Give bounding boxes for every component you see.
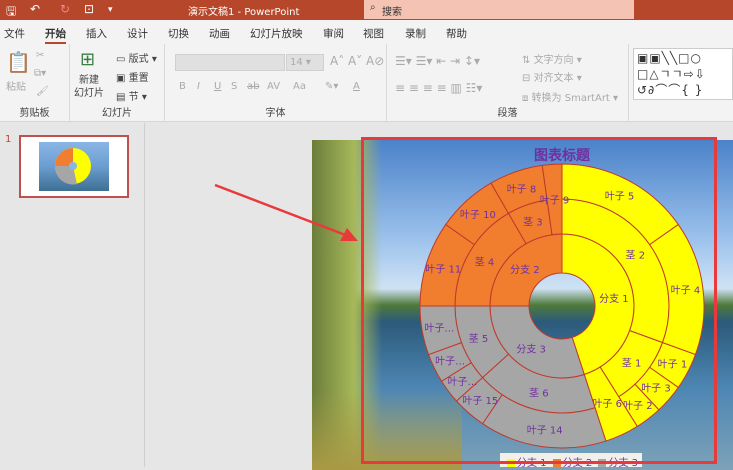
- slides-group: ⊞ 新建 幻灯片 ▭ 版式 ▾ ▣ 重置 ▤ 节 ▾ 幻灯片: [70, 44, 165, 122]
- shadow-button[interactable]: S: [231, 81, 237, 92]
- font-name-select[interactable]: [175, 54, 285, 71]
- copy-icon[interactable]: ⧉▾: [34, 68, 46, 79]
- new-slide-icon[interactable]: ⊞: [80, 49, 95, 70]
- layout-button[interactable]: ▭ 版式 ▾: [116, 50, 157, 65]
- change-case-button[interactable]: Aa: [293, 81, 306, 92]
- shapes-gallery[interactable]: ▣▣╲╲□○ □△ㄱㄱ⇨⇩ ↺∂⌒⌒{ }: [633, 48, 733, 100]
- tab-slideshow[interactable]: 幻灯片放映: [250, 26, 303, 41]
- layout-label: 版式: [128, 54, 149, 65]
- search-placeholder: 搜索: [382, 7, 402, 18]
- search-icon: ⌕: [370, 2, 376, 13]
- customize-icon[interactable]: ▾: [108, 5, 113, 15]
- undo-icon[interactable]: ↶: [30, 2, 40, 16]
- italic-button[interactable]: I: [197, 81, 200, 92]
- tab-animations[interactable]: 动画: [209, 26, 230, 41]
- reset-button[interactable]: ▣ 重置: [116, 69, 149, 84]
- paste-button[interactable]: 粘贴: [6, 78, 26, 93]
- document-title: 演示文稿1 - PowerPoint: [188, 7, 300, 18]
- section-button[interactable]: ▤ 节 ▾: [116, 88, 147, 103]
- thumbnail-image: [39, 142, 109, 191]
- font-size-select[interactable]: 14 ▾: [286, 54, 324, 71]
- new-slide-button[interactable]: 新建 幻灯片: [74, 74, 104, 100]
- annotation-highlight-box: [361, 137, 717, 464]
- search-box[interactable]: ⌕ 搜索: [364, 0, 634, 19]
- tab-review[interactable]: 审阅: [323, 26, 344, 41]
- spacing-button[interactable]: AV: [267, 81, 280, 92]
- font-size-buttons[interactable]: A˄ A˅ A⊘: [330, 54, 384, 68]
- underline-button[interactable]: U: [214, 81, 221, 92]
- font-color-button[interactable]: A: [353, 81, 360, 92]
- tab-insert[interactable]: 插入: [86, 26, 107, 41]
- section-label: 节: [128, 92, 139, 103]
- title-bar: 🖫 ↶ ↻ ⊡ ▾ 演示文稿1 - PowerPoint ⌕ 搜索: [0, 0, 733, 20]
- tab-record[interactable]: 录制: [405, 26, 426, 41]
- ribbon-tabs: 文件 开始 插入 设计 切换 动画 幻灯片放映 审阅 视图 录制 帮助: [0, 20, 733, 44]
- cut-icon[interactable]: ✂: [36, 50, 44, 61]
- paste-icon[interactable]: 📋: [6, 50, 31, 74]
- highlight-icon[interactable]: ✎▾: [325, 81, 338, 92]
- text-direction-label: 文字方向: [533, 55, 574, 66]
- align-text-button[interactable]: ⊟ 对齐文本 ▾: [522, 69, 582, 84]
- smartart-button[interactable]: ⧈ 转换为 SmartArt ▾: [522, 89, 618, 104]
- reset-label: 重置: [128, 73, 149, 84]
- slide-number: 1: [5, 134, 12, 145]
- clipboard-group: 📋 粘贴 ✂ ⧉▾ 🖌 剪贴板: [0, 44, 70, 122]
- slide-thumbnail[interactable]: [19, 135, 129, 198]
- format-painter-icon[interactable]: 🖌: [36, 86, 49, 97]
- ribbon: 📋 粘贴 ✂ ⧉▾ 🖌 剪贴板 ⊞ 新建 幻灯片 ▭ 版式 ▾ ▣ 重置 ▤ 节…: [0, 44, 733, 122]
- align-text-label: 对齐文本: [533, 73, 574, 84]
- tab-home[interactable]: 开始: [45, 26, 66, 44]
- tab-help[interactable]: 帮助: [446, 26, 467, 41]
- paragraph-label: 段落: [497, 108, 518, 119]
- tab-design[interactable]: 设计: [127, 26, 148, 41]
- clipboard-label: 剪贴板: [19, 108, 50, 119]
- tab-transitions[interactable]: 切换: [168, 26, 189, 41]
- bold-button[interactable]: B: [179, 81, 186, 92]
- tab-view[interactable]: 视图: [363, 26, 384, 41]
- font-label: 字体: [265, 108, 286, 119]
- font-size-value: 14: [290, 57, 303, 68]
- present-icon[interactable]: ⊡: [84, 2, 94, 16]
- paragraph-group: ☰▾ ☰▾ ⇤ ⇥ ↕▾ ≡ ≡ ≡ ≡ ▥ ☷▾ ⇅ 文字方向 ▾ ⊟ 对齐文…: [387, 44, 629, 122]
- text-direction-button[interactable]: ⇅ 文字方向 ▾: [522, 51, 582, 66]
- smartart-label: 转换为 SmartArt: [531, 93, 610, 104]
- font-group: 14 ▾ A˄ A˅ A⊘ B I U S ab AV Aa ✎▾ A 字体: [165, 44, 387, 122]
- slide-thumbnail-panel: 1: [0, 123, 145, 467]
- strikethrough-button[interactable]: ab: [247, 81, 259, 92]
- slides-label: 幻灯片: [102, 108, 132, 119]
- list-buttons[interactable]: ☰▾ ☰▾ ⇤ ⇥ ↕▾: [395, 54, 480, 68]
- redo-icon[interactable]: ↻: [60, 2, 70, 16]
- align-buttons[interactable]: ≡ ≡ ≡ ≡ ▥ ☷▾: [395, 81, 482, 95]
- tab-file[interactable]: 文件: [4, 26, 25, 41]
